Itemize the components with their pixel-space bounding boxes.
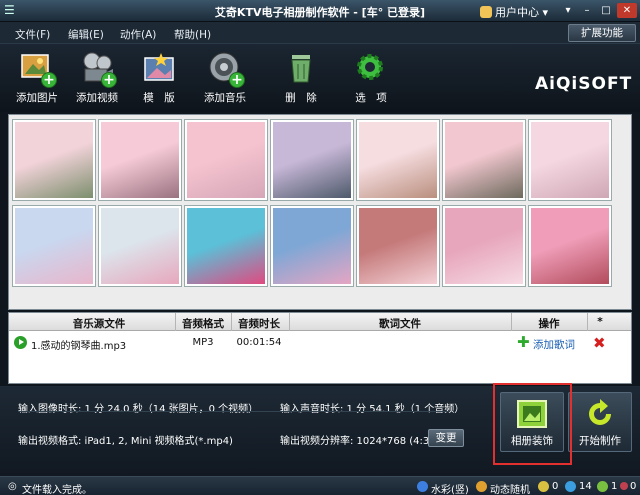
delete-button[interactable]: 删 除 — [270, 50, 332, 110]
video-format: 输出视频格式: iPad1, 2, Mini 视频格式(*.mp4) — [18, 436, 233, 447]
add-video-label: 添加视频 — [76, 92, 118, 104]
audio-duration: 输入声音时长: 1 分 54.1 秒（1 个音频） — [280, 404, 465, 415]
video-count-icon — [620, 482, 628, 490]
photo-thumbnail[interactable] — [443, 120, 525, 200]
photo-thumbnail[interactable] — [357, 120, 439, 200]
image-icon: + — [19, 50, 57, 88]
photo-thumbnail[interactable] — [357, 206, 439, 286]
maximize-button[interactable]: □ — [598, 3, 614, 18]
brand-logo: AiQiSOFT — [535, 74, 633, 94]
col-duration: 音频时长 — [238, 318, 280, 330]
photo-thumbnail[interactable] — [271, 120, 353, 200]
highlight-frame — [493, 383, 572, 465]
dynamic-icon — [476, 481, 487, 492]
photo-thumbnail[interactable] — [443, 206, 525, 286]
change-button[interactable]: 变更 — [428, 429, 464, 447]
dynamic-mode[interactable]: 动态随机 — [490, 481, 530, 495]
delete-label: 删 除 — [285, 92, 317, 104]
photo-thumbnail[interactable] — [185, 206, 267, 286]
template-label: 模 版 — [143, 92, 175, 104]
music-table-header: 音乐源文件 音频格式 音频时长 歌词文件 操作 * — [9, 313, 631, 331]
photo-thumbnail[interactable] — [99, 120, 181, 200]
photo-thumbnail[interactable] — [99, 206, 181, 286]
status-bar: ◎ 文件载入完成。 水彩(竖) 动态随机 0 14 1 0 — [0, 476, 640, 495]
photo-thumbnail[interactable] — [13, 206, 95, 286]
status-icon: ◎ — [8, 481, 17, 492]
play-icon[interactable] — [14, 336, 27, 349]
add-image-button[interactable]: + 添加图片 — [6, 50, 68, 110]
photo-thumbnail[interactable] — [529, 206, 611, 286]
add-image-label: 添加图片 — [16, 92, 58, 104]
count-d: 0 — [630, 481, 637, 492]
user-center-label: 用户中心 — [495, 6, 539, 19]
add-lyric-link[interactable]: 添加歌词 — [533, 337, 575, 352]
title-bar: ☰ 艾奇KTV电子相册制作软件 - [车° 已登录] 用户中心 ▾ ▾ – □ … — [0, 0, 640, 22]
add-music-label: 添加音乐 — [204, 92, 246, 104]
image-grid[interactable] — [8, 114, 632, 310]
menu-action[interactable]: 动作(A) — [120, 27, 156, 42]
gear-icon — [353, 50, 389, 86]
user-center-button[interactable]: 用户中心 ▾ — [480, 4, 548, 20]
close-button[interactable]: ✕ — [617, 3, 637, 18]
count-a: 0 — [552, 481, 559, 492]
minimize-button[interactable]: – — [579, 3, 595, 18]
photo-thumbnail[interactable] — [185, 120, 267, 200]
refresh-arrow-icon — [584, 399, 616, 429]
photo-thumbnail[interactable] — [529, 120, 611, 200]
col-action: 操作 — [538, 318, 560, 330]
watercolor-icon — [417, 481, 428, 492]
add-music-button[interactable]: + 添加音乐 — [194, 50, 256, 110]
delete-icon[interactable]: ✖ — [593, 334, 606, 352]
options-button[interactable]: 选 项 — [340, 50, 402, 110]
skin-button[interactable]: ▾ — [560, 3, 576, 18]
music-table: 音乐源文件 音频格式 音频时长 歌词文件 操作 * 1.感动的钢琴曲.mp3 M… — [8, 312, 632, 384]
music-count-icon — [597, 481, 608, 492]
menu-help[interactable]: 帮助(H) — [174, 27, 211, 42]
add-video-button[interactable]: + 添加视频 — [66, 50, 128, 110]
photo-thumbnail[interactable] — [13, 120, 95, 200]
extend-functions-button[interactable]: 扩展功能 — [568, 24, 636, 42]
film-reel-icon: + — [79, 50, 117, 88]
user-icon — [480, 6, 492, 18]
start-making-label: 开始制作 — [579, 435, 621, 447]
image-duration: 输入图像时长: 1 分 24.0 秒（14 张图片，0 个视频） — [18, 404, 259, 415]
output-resolution: 输出视频分辨率: 1024*768 (4:3) — [280, 436, 434, 447]
template-button[interactable]: 模 版 — [128, 50, 190, 110]
options-label: 选 项 — [355, 92, 387, 104]
star-icon — [538, 481, 549, 492]
status-message: 文件载入完成。 — [22, 485, 92, 495]
col-star: * — [597, 316, 603, 328]
col-source: 音乐源文件 — [72, 318, 126, 330]
music-duration: 00:01:54 — [236, 337, 282, 348]
watercolor-mode[interactable]: 水彩(竖) — [431, 481, 469, 495]
speaker-icon: + — [207, 50, 245, 88]
music-source: 1.感动的钢琴曲.mp3 — [31, 341, 127, 352]
trash-icon — [283, 50, 319, 86]
photo-thumbnail[interactable] — [271, 206, 353, 286]
col-lyric: 歌词文件 — [379, 318, 421, 330]
menu-file[interactable]: 文件(F) — [15, 27, 50, 42]
plus-icon[interactable]: ✚ — [517, 335, 530, 350]
chevron-down-icon: ▾ — [542, 6, 549, 19]
template-icon — [141, 50, 177, 86]
menu-edit[interactable]: 编辑(E) — [68, 27, 104, 42]
col-format: 音频格式 — [182, 318, 224, 330]
image-count-icon — [565, 481, 576, 492]
menu-bar: 文件(F) 编辑(E) 动作(A) 帮助(H) 扩展功能 — [0, 22, 640, 44]
music-format: MP3 — [192, 337, 214, 348]
count-b: 14 — [579, 481, 592, 492]
table-row[interactable]: 1.感动的钢琴曲.mp3 MP3 00:01:54 ✚ 添加歌词 ✖ — [9, 334, 631, 352]
count-c: 1 — [611, 481, 618, 492]
start-making-button[interactable]: 开始制作 — [568, 392, 632, 452]
